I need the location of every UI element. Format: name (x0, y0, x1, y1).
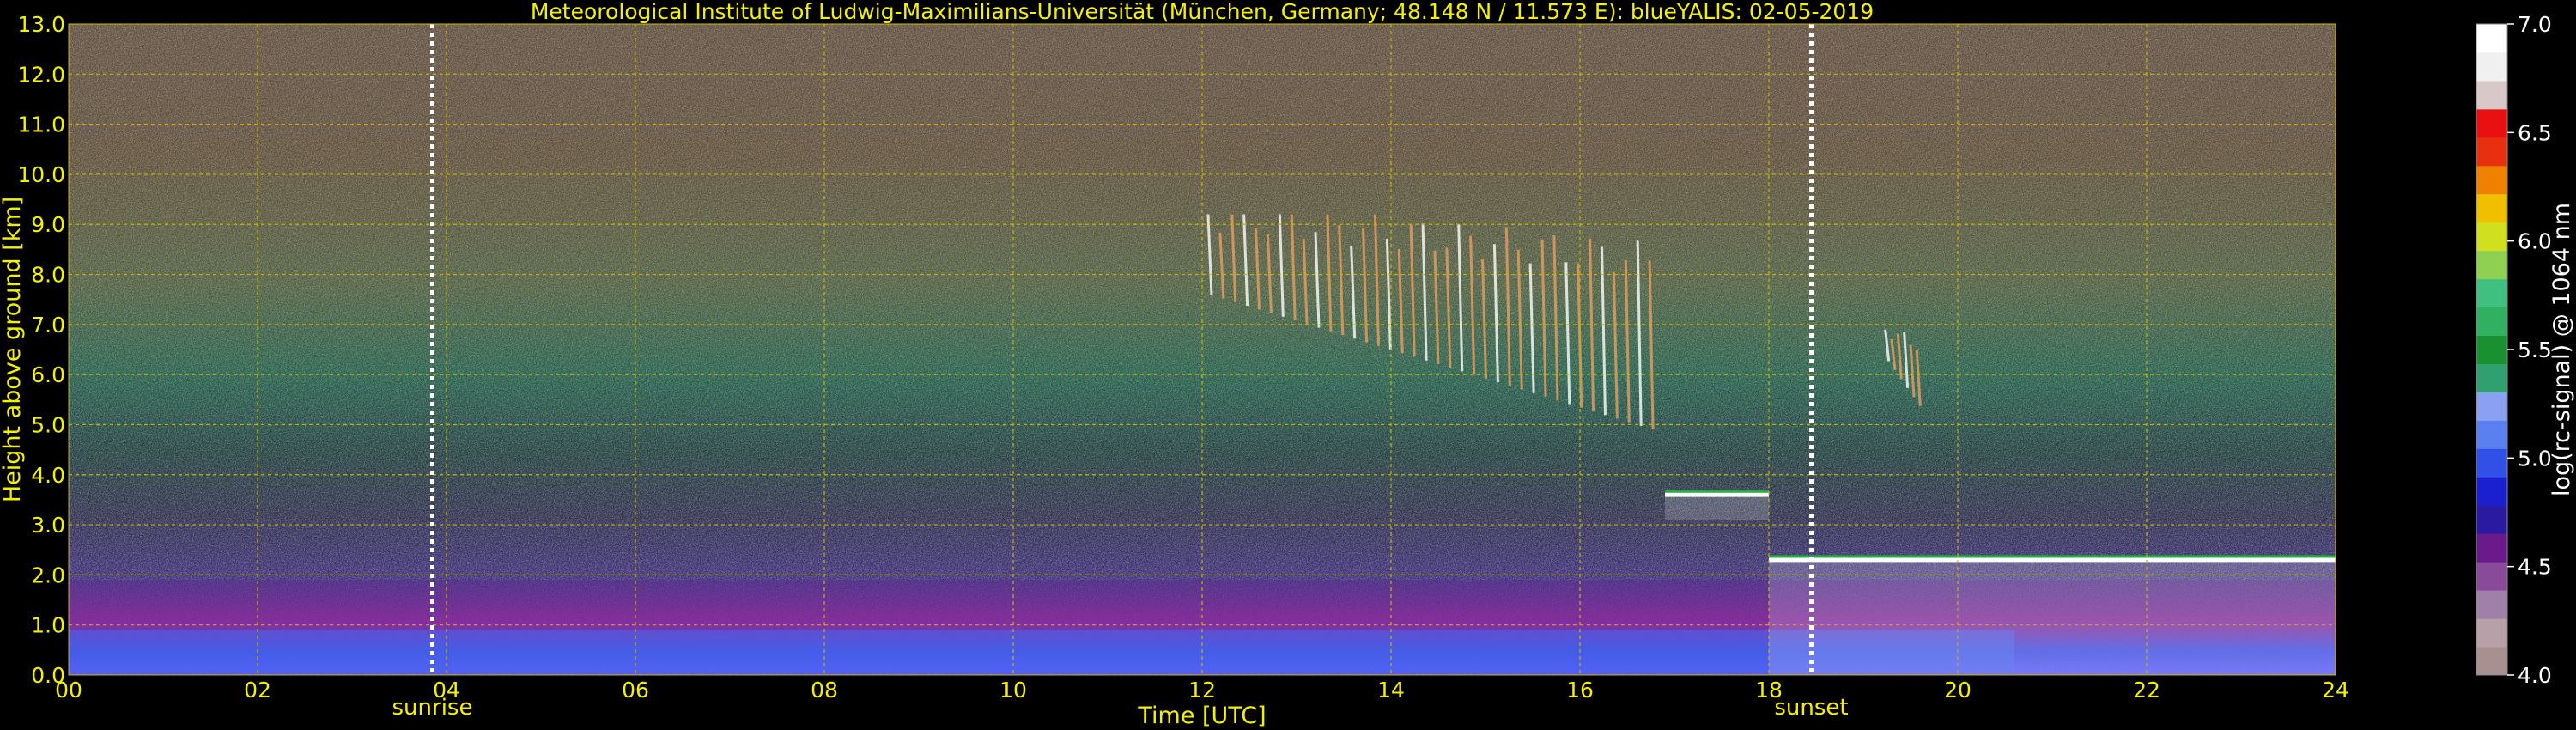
sun-marker-labels: sunrise sunset (392, 695, 1849, 721)
colorbar-tick-label: 5.0 (2518, 446, 2552, 471)
x-axis-label: Time [UTC] (1137, 703, 1266, 729)
colorbar-segment (2476, 392, 2507, 421)
colorbar-ticks: 4.0 4.5 5.0 5.5 6.0 6.5 7.0 (2507, 12, 2552, 688)
colorbar-tick-label: 7.0 (2518, 12, 2552, 37)
y-tick-label: 2.0 (31, 563, 65, 587)
colorbar (2476, 23, 2508, 676)
y-tick-label: 5.0 (31, 412, 65, 437)
colorbar-label: log(rc-signal) @ 1064 nm (2549, 203, 2575, 496)
y-axis-label: Height above ground [km] (0, 197, 26, 502)
x-tick-label: 14 (1377, 678, 1405, 703)
sun-marker-label: sunset (1774, 695, 1848, 721)
colorbar-segment (2476, 477, 2507, 506)
colorbar-segment (2476, 420, 2507, 449)
y-tick-label: 6.0 (31, 362, 65, 387)
colorbar-segment (2476, 108, 2507, 138)
colorbar-segment (2476, 137, 2507, 167)
low-cloud-region (1665, 495, 1769, 520)
x-tick-label: 24 (2322, 678, 2349, 703)
x-tick-label: 22 (2133, 678, 2160, 703)
y-tick-label: 3.0 (31, 513, 65, 538)
x-tick-label: 12 (1188, 678, 1216, 703)
colorbar-segment (2476, 533, 2507, 563)
y-tick-label: 4.0 (31, 463, 65, 488)
colorbar-segment (2476, 618, 2507, 648)
chart-title: Meteorological Institute of Ludwig-Maxim… (531, 0, 1874, 24)
y-tick-label: 7.0 (31, 313, 65, 338)
colorbar-segment (2476, 52, 2507, 82)
plot-area (69, 24, 2336, 675)
colorbar-tick-label: 6.0 (2518, 229, 2552, 254)
y-tick-label: 1.0 (31, 613, 65, 638)
colorbar-segment (2476, 80, 2507, 110)
colorbar-tick-label: 6.5 (2518, 120, 2552, 145)
colorbar-segment (2476, 363, 2507, 392)
colorbar-segment (2476, 193, 2507, 223)
colorbar-segment (2476, 307, 2507, 337)
y-tick-label: 8.0 (31, 263, 65, 288)
y-tick-label: 11.0 (17, 113, 65, 137)
colorbar-tick-label: 4.5 (2518, 555, 2552, 580)
x-tick-label: 06 (622, 678, 649, 703)
colorbar-segment (2476, 505, 2507, 534)
x-tick-label: 16 (1566, 678, 1594, 703)
colorbar-segment (2476, 165, 2507, 195)
colorbar-segment (2476, 562, 2507, 591)
colorbar-segment (2476, 222, 2507, 252)
colorbar-segment (2476, 250, 2507, 280)
y-tick-label: 10.0 (17, 162, 65, 187)
colorbar-tick-label: 4.0 (2518, 663, 2552, 688)
y-tick-label: 12.0 (17, 62, 65, 87)
colorbar-segment (2476, 278, 2507, 308)
lidar-figure: Meteorological Institute of Ludwig-Maxim… (0, 0, 2575, 729)
y-tick-label: 0.0 (31, 663, 65, 688)
colorbar-segment (2476, 24, 2507, 53)
x-tick-label: 10 (999, 678, 1027, 703)
x-tick-label: 20 (1944, 678, 1971, 703)
low-cloud-region (1769, 559, 2336, 675)
x-tick-label: 08 (811, 678, 838, 703)
y-tick-label: 13.0 (17, 12, 65, 37)
colorbar-segment (2476, 647, 2507, 676)
y-tick-label: 9.0 (31, 212, 65, 237)
sun-marker-label: sunrise (392, 695, 473, 721)
colorbar-segment (2476, 335, 2507, 364)
colorbar-segment (2476, 448, 2507, 478)
colorbar-segment (2476, 590, 2507, 619)
colorbar-tick-label: 5.5 (2518, 338, 2552, 362)
x-tick-label: 02 (244, 678, 271, 703)
near-surface-layer (69, 630, 2014, 673)
